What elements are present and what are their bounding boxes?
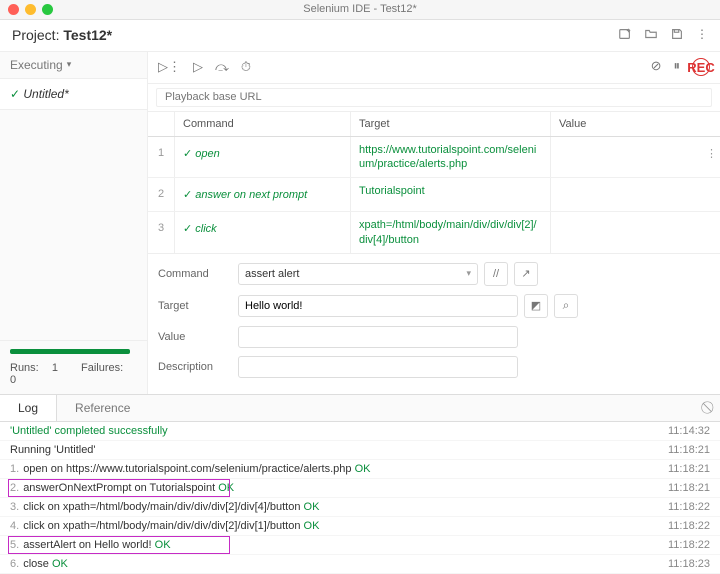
table-row[interactable]: 3clickxpath=/html/body/main/div/div/div[… xyxy=(148,212,720,252)
more-menu-icon[interactable]: ⋮ xyxy=(696,27,708,44)
value-label: Value xyxy=(158,331,238,343)
close-window-btn[interactable] xyxy=(8,4,19,15)
pause-on-exceptions-icon[interactable]: ⏸ xyxy=(674,58,681,76)
save-project-icon[interactable] xyxy=(670,27,684,44)
value-input[interactable] xyxy=(238,326,518,348)
command-label: Command xyxy=(158,268,238,280)
log-row: 3.click on xpath=/html/body/main/div/div… xyxy=(0,498,720,517)
playback-url-input[interactable] xyxy=(156,88,712,107)
log-row: 6.close OK11:18:23 xyxy=(0,555,720,574)
command-select[interactable]: assert alert xyxy=(238,263,478,285)
log-row: 4.click on xpath=/html/body/main/div/div… xyxy=(0,517,720,536)
find-target-btn[interactable]: ⌕ xyxy=(554,294,578,318)
new-project-icon[interactable] xyxy=(618,27,632,44)
window-title: Selenium IDE - Test12* xyxy=(303,3,417,15)
titlebar: Selenium IDE - Test12* xyxy=(0,0,720,20)
main-row: Executing ▾ Untitled* Runs: 1 Failures: … xyxy=(0,52,720,394)
log-row: Running 'Untitled'11:18:21 xyxy=(0,441,720,460)
left-pane: Executing ▾ Untitled* Runs: 1 Failures: … xyxy=(0,52,148,394)
toggle-comment-btn[interactable]: // xyxy=(484,262,508,286)
run-status: Runs: 1 Failures: 0 xyxy=(0,340,147,394)
window-controls xyxy=(8,4,53,15)
select-target-btn[interactable]: ◩ xyxy=(524,294,548,318)
test-entry[interactable]: Untitled* xyxy=(0,79,147,110)
run-icon[interactable]: ▷ xyxy=(193,59,203,75)
log-row: 1.open on https://www.tutorialspoint.com… xyxy=(0,460,720,479)
editor-form: Command assert alert // ↗ Target ◩ ⌕ Val… xyxy=(148,253,720,394)
open-project-icon[interactable] xyxy=(644,27,658,44)
url-bar xyxy=(148,84,720,112)
tab-reference[interactable]: Reference xyxy=(57,395,148,421)
log-row: 5.assertAlert on Hello world! OK11:18:22 xyxy=(0,536,720,555)
speed-icon[interactable]: ⏱ xyxy=(241,59,251,75)
progress-bar xyxy=(10,349,130,354)
minimize-window-btn[interactable] xyxy=(25,4,36,15)
description-input[interactable] xyxy=(238,356,518,378)
description-label: Description xyxy=(158,361,238,373)
project-name: Project: Test12* xyxy=(12,27,112,43)
log-body: 'Untitled' completed successfully11:14:3… xyxy=(0,422,720,574)
tab-log[interactable]: Log xyxy=(0,395,57,421)
record-button[interactable]: REC xyxy=(692,58,710,76)
new-window-btn[interactable]: ↗ xyxy=(514,262,538,286)
log-row: 'Untitled' completed successfully11:14:3… xyxy=(0,422,720,441)
grid-body: 1openhttps://www.tutorialspoint.com/sele… xyxy=(148,137,720,253)
maximize-window-btn[interactable] xyxy=(42,4,53,15)
table-row[interactable]: 2answer on next promptTutorialspoint xyxy=(148,178,720,212)
disable-breakpoints-icon[interactable]: ⊘ xyxy=(651,58,662,76)
project-actions: ⋮ xyxy=(618,27,708,44)
grid-header: Command Target Value xyxy=(148,112,720,137)
target-input[interactable] xyxy=(238,295,518,317)
run-all-icon[interactable]: ▷⋮ xyxy=(158,59,181,75)
log-tabs: Log Reference ⃠ xyxy=(0,394,720,422)
step-icon[interactable]: ⤼ xyxy=(215,59,229,75)
left-header[interactable]: Executing ▾ xyxy=(0,52,147,79)
target-label: Target xyxy=(158,300,238,312)
dropdown-icon: ▾ xyxy=(67,59,72,70)
log-row: 2.answerOnNextPrompt on Tutorialspoint O… xyxy=(0,479,720,498)
table-row[interactable]: 1openhttps://www.tutorialspoint.com/sele… xyxy=(148,137,720,179)
right-pane: ▷⋮ ▷ ⤼ ⏱ ⊘ ⏸ REC Command Target Value 1o… xyxy=(148,52,720,394)
project-bar: Project: Test12* ⋮ xyxy=(0,20,720,52)
toolbar: ▷⋮ ▷ ⤼ ⏱ ⊘ ⏸ REC xyxy=(148,52,720,84)
